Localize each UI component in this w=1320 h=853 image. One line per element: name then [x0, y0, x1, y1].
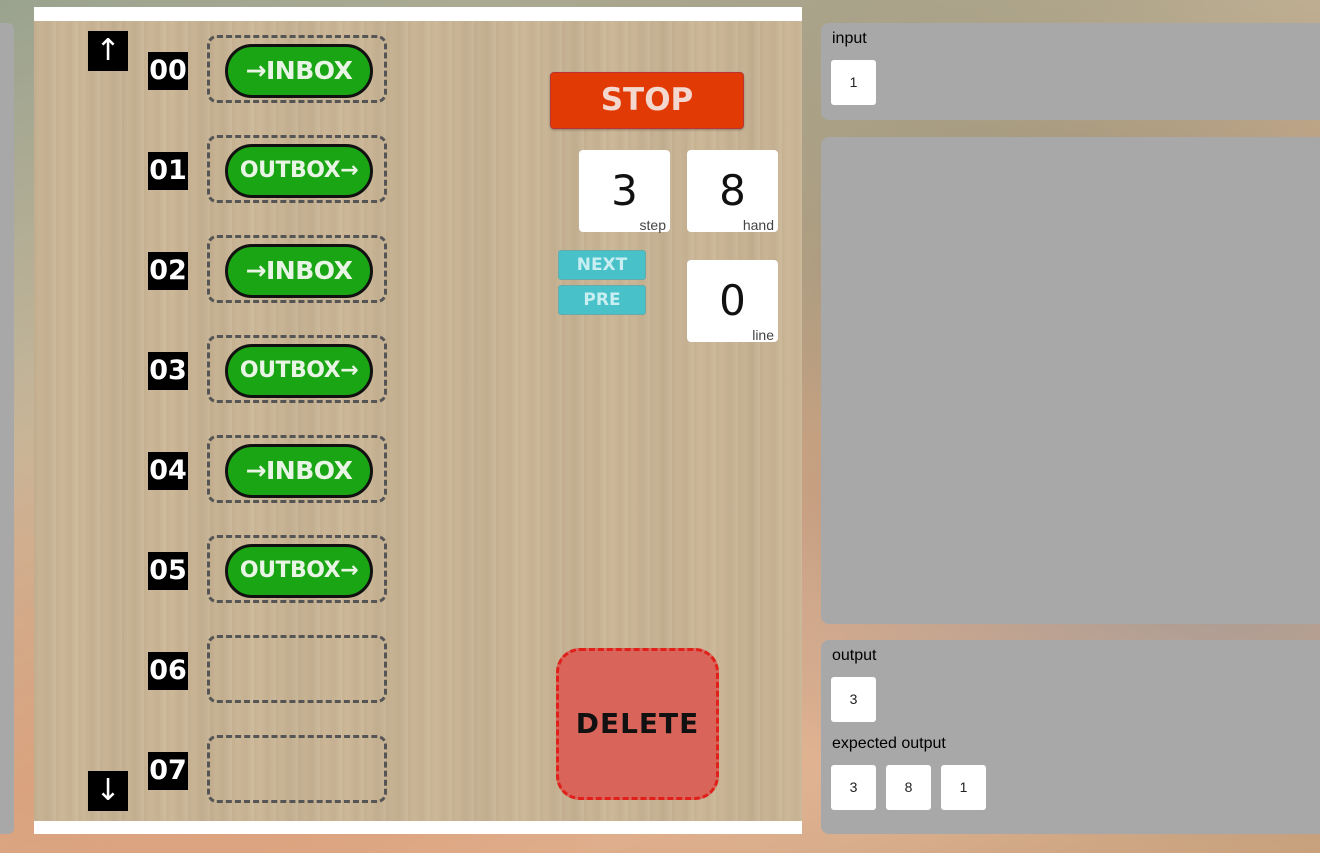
hand-label: hand: [742, 217, 774, 233]
inbox-command[interactable]: →INBOX: [225, 444, 373, 498]
empty-command-slot[interactable]: [207, 635, 387, 703]
program-board: ↑ ↓ 00 →INBOX 01 OUTBOX→ 02 →INBOX 03 OU…: [34, 21, 802, 821]
output-title: output: [832, 647, 877, 664]
line-number: 01: [148, 152, 188, 190]
line-label: line: [752, 327, 774, 343]
next-button[interactable]: NEXT: [558, 250, 646, 280]
stop-button[interactable]: STOP: [550, 72, 744, 129]
hand-counter: 8 hand: [687, 150, 778, 233]
line-number: 03: [148, 352, 188, 390]
expected-output-title: expected output: [832, 735, 946, 752]
scroll-up-icon[interactable]: ↑: [88, 31, 128, 71]
outbox-command[interactable]: OUTBOX→: [225, 144, 373, 198]
expected-output-item: 1: [941, 765, 986, 810]
step-label: step: [639, 217, 666, 233]
line-number: 06: [148, 652, 188, 690]
scroll-down-icon[interactable]: ↓: [88, 771, 128, 811]
line-number: 04: [148, 452, 188, 490]
inbox-command[interactable]: →INBOX: [225, 44, 373, 98]
command-slot[interactable]: OUTBOX→: [207, 535, 387, 603]
command-slot[interactable]: →INBOX: [207, 235, 387, 303]
delete-drop-zone[interactable]: DELETE: [556, 648, 719, 800]
command-slot[interactable]: →INBOX: [207, 435, 387, 503]
command-slot[interactable]: OUTBOX→: [207, 335, 387, 403]
outbox-command[interactable]: OUTBOX→: [225, 344, 373, 398]
step-counter: 3 step: [579, 150, 670, 233]
line-number: 00: [148, 52, 188, 90]
line-number: 05: [148, 552, 188, 590]
outbox-command[interactable]: OUTBOX→: [225, 544, 373, 598]
inbox-command[interactable]: →INBOX: [225, 244, 373, 298]
command-slot[interactable]: OUTBOX→: [207, 135, 387, 203]
output-item: 3: [831, 677, 876, 722]
input-item: 1: [831, 60, 876, 105]
workspace-panel: [821, 137, 1320, 624]
input-title: input: [832, 30, 867, 47]
expected-output-item: 3: [831, 765, 876, 810]
input-panel: input 1: [821, 23, 1320, 120]
expected-output-item: 8: [886, 765, 931, 810]
pre-button[interactable]: PRE: [558, 285, 646, 315]
command-slot[interactable]: →INBOX: [207, 35, 387, 103]
output-panel: output 3 expected output 3 8 1: [821, 640, 1320, 834]
line-counter: 0 line: [687, 260, 778, 343]
empty-command-slot[interactable]: [207, 735, 387, 803]
line-number: 07: [148, 752, 188, 790]
left-side-panel: [0, 23, 14, 834]
line-number: 02: [148, 252, 188, 290]
